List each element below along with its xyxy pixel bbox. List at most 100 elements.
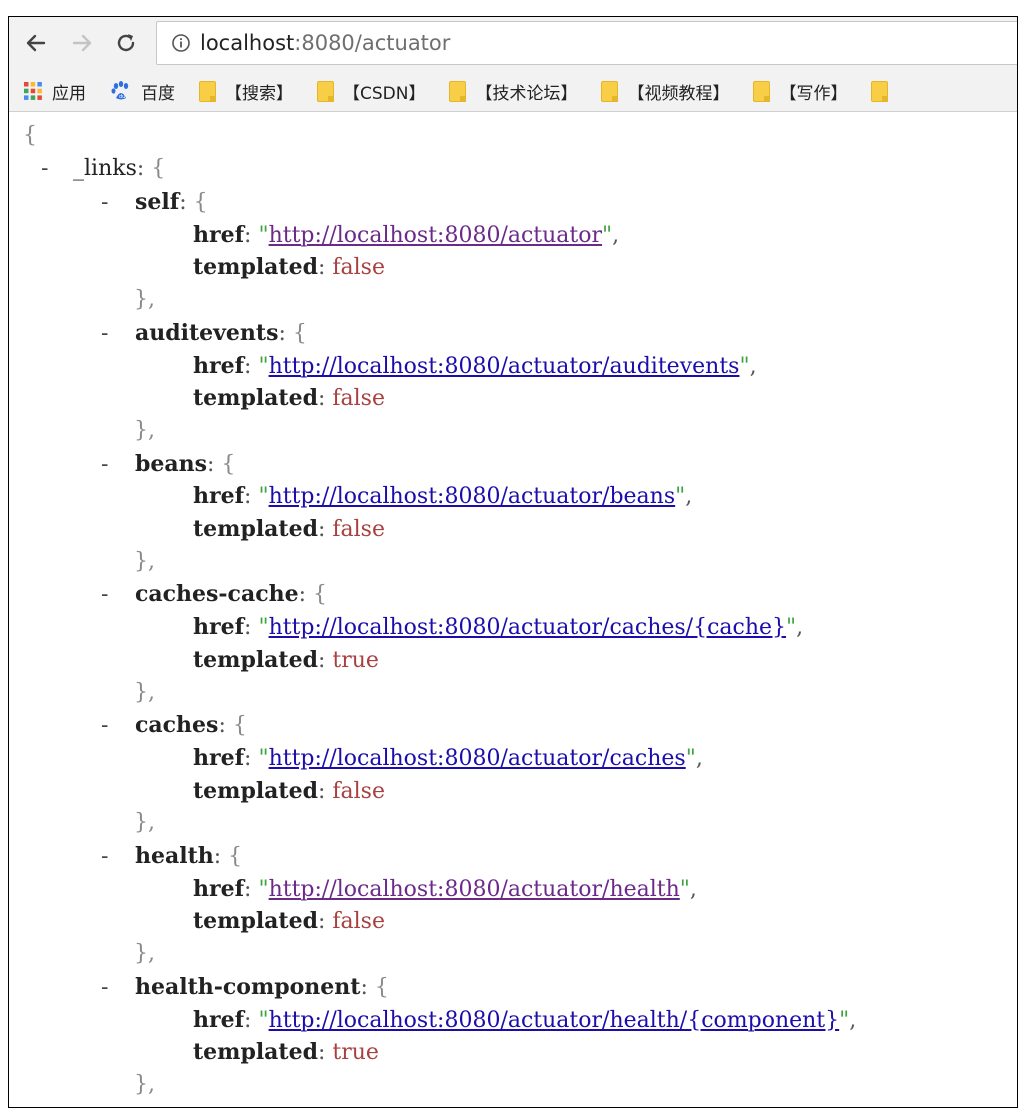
json-boolean-value: false	[332, 517, 385, 542]
bookmark-folder-forum[interactable]: 【技术论坛】	[449, 79, 577, 104]
json-entry-close: },	[134, 677, 155, 709]
json-brace: {	[292, 320, 307, 346]
json-brace: },	[134, 548, 155, 574]
browser-window: localhost:8080/actuator 应用 du 百度 【搜索】 【C…	[8, 16, 1018, 1108]
collapse-toggle[interactable]: -	[101, 449, 123, 481]
bookmark-label: 【技术论坛】	[475, 83, 578, 104]
json-entry-close: },	[134, 1069, 155, 1101]
json-entry-close: },	[134, 284, 155, 316]
json-brace: {	[221, 451, 236, 477]
json-key: templated	[193, 646, 318, 673]
json-brace: {	[193, 190, 208, 215]
json-key: templated	[193, 1039, 318, 1066]
json-entry-close: },	[134, 546, 155, 578]
back-button[interactable]	[19, 26, 53, 60]
collapse-toggle[interactable]: -	[101, 710, 123, 742]
reload-icon	[117, 34, 135, 52]
json-templated-line: templated: false	[193, 254, 385, 281]
json-key: _links	[73, 156, 137, 181]
json-brace: {	[374, 974, 389, 1000]
json-boolean-value: true	[332, 1040, 379, 1066]
bookmark-folder-csdn[interactable]: 【CSDN】	[317, 79, 425, 104]
bookmark-label: 百度	[141, 83, 175, 104]
bookmark-folder-overflow[interactable]	[871, 80, 897, 102]
json-entry-close: },	[134, 415, 155, 447]
json-key: templated	[193, 516, 318, 542]
json-entry-header: - beans: {	[101, 448, 235, 480]
json-entry-header: - self: {	[101, 186, 208, 218]
address-bar[interactable]: localhost:8080/actuator	[156, 21, 1017, 65]
json-href-link[interactable]: http://localhost:8080/actuator/beans	[269, 484, 676, 509]
json-href-line: href: "http://localhost:8080/actuator/be…	[193, 483, 693, 510]
json-templated-line: templated: true	[193, 646, 379, 673]
json-key: href	[193, 614, 245, 641]
json-entry-header: - health: {	[101, 840, 242, 872]
json-key: templated	[193, 908, 318, 935]
bookmark-folder-writing[interactable]: 【写作】	[753, 79, 847, 104]
address-path: :8080/actuator	[294, 31, 451, 55]
info-icon[interactable]	[171, 33, 191, 53]
json-href-line: href: "http://localhost:8080/actuator/ca…	[193, 614, 804, 641]
bookmark-folder-video[interactable]: 【视频教程】	[601, 79, 729, 104]
bookmark-label: 【CSDN】	[343, 83, 426, 104]
collapse-toggle[interactable]: -	[41, 153, 63, 185]
json-brace: },	[134, 1071, 155, 1097]
json-entry-header: - caches-cache: {	[101, 578, 327, 610]
json-boolean-value: false	[332, 778, 385, 804]
json-brace: {	[228, 844, 243, 869]
json-key: href	[193, 221, 245, 248]
json-href-line: href: "http://localhost:8080/actuator",	[193, 221, 620, 248]
json-href-link[interactable]: http://localhost:8080/actuator/caches/{c…	[269, 615, 786, 640]
json-templated-line: templated: true	[193, 1039, 379, 1066]
json-templated-line: templated: false	[193, 516, 385, 542]
collapse-toggle[interactable]: -	[101, 841, 123, 873]
folder-icon	[317, 80, 334, 102]
folder-icon	[871, 80, 889, 102]
json-brace: {	[151, 156, 166, 181]
json-href-line: href: "http://localhost:8080/actuator/he…	[193, 875, 697, 902]
json-entry-header: - auditevents: {	[101, 317, 307, 349]
baidu-paw-icon: du	[110, 80, 132, 102]
browser-toolbar: localhost:8080/actuator	[9, 17, 1017, 71]
json-href-link[interactable]: http://localhost:8080/actuator/health/{c…	[269, 1008, 840, 1033]
json-brace: },	[134, 679, 155, 705]
bookmark-label: 应用	[52, 83, 86, 104]
json-key: caches	[135, 712, 219, 739]
forward-button[interactable]	[65, 26, 99, 60]
json-key: health-component	[135, 973, 361, 1000]
json-templated-line: templated: false	[193, 777, 385, 804]
json-entry-header: - health-component: {	[101, 971, 389, 1003]
svg-text:du: du	[119, 94, 125, 100]
json-href-link[interactable]: http://localhost:8080/actuator/auditeven…	[269, 354, 740, 379]
json-root-open-brace: {	[23, 123, 37, 148]
json-brace: },	[134, 810, 155, 836]
json-brace: },	[134, 941, 155, 967]
json-key: caches-cache	[135, 581, 299, 608]
json-key: href	[193, 1006, 245, 1033]
json-href-link[interactable]: http://localhost:8080/actuator/health	[269, 877, 680, 902]
json-boolean-value: false	[332, 909, 385, 935]
json-href-line: href: "http://localhost:8080/actuator/he…	[193, 1006, 857, 1033]
collapse-toggle[interactable]: -	[101, 972, 123, 1004]
json-key: templated	[193, 385, 318, 412]
bookmark-label: 【写作】	[779, 83, 848, 104]
collapse-toggle[interactable]: -	[101, 187, 123, 219]
json-href-line: href: "http://localhost:8080/actuator/ca…	[193, 744, 703, 771]
json-templated-line: templated: false	[193, 908, 385, 935]
json-brace: {	[232, 713, 247, 739]
folder-icon	[199, 80, 216, 102]
json-entry-close: },	[134, 938, 155, 970]
bookmark-apps[interactable]: 应用	[23, 79, 86, 104]
reload-button[interactable]	[109, 26, 143, 60]
folder-icon	[601, 80, 619, 102]
collapse-toggle[interactable]: -	[101, 579, 123, 611]
json-href-line: href: "http://localhost:8080/actuator/au…	[193, 352, 757, 379]
bookmark-baidu[interactable]: du 百度	[110, 79, 175, 104]
collapse-toggle[interactable]: -	[101, 318, 123, 350]
bookmark-folder-search[interactable]: 【搜索】	[199, 79, 293, 104]
json-key: auditevents	[135, 319, 279, 346]
json-templated-line: templated: false	[193, 385, 385, 412]
arrow-right-icon	[72, 34, 92, 52]
json-href-link[interactable]: http://localhost:8080/actuator/caches	[269, 746, 686, 771]
json-href-link[interactable]: http://localhost:8080/actuator	[269, 223, 602, 248]
